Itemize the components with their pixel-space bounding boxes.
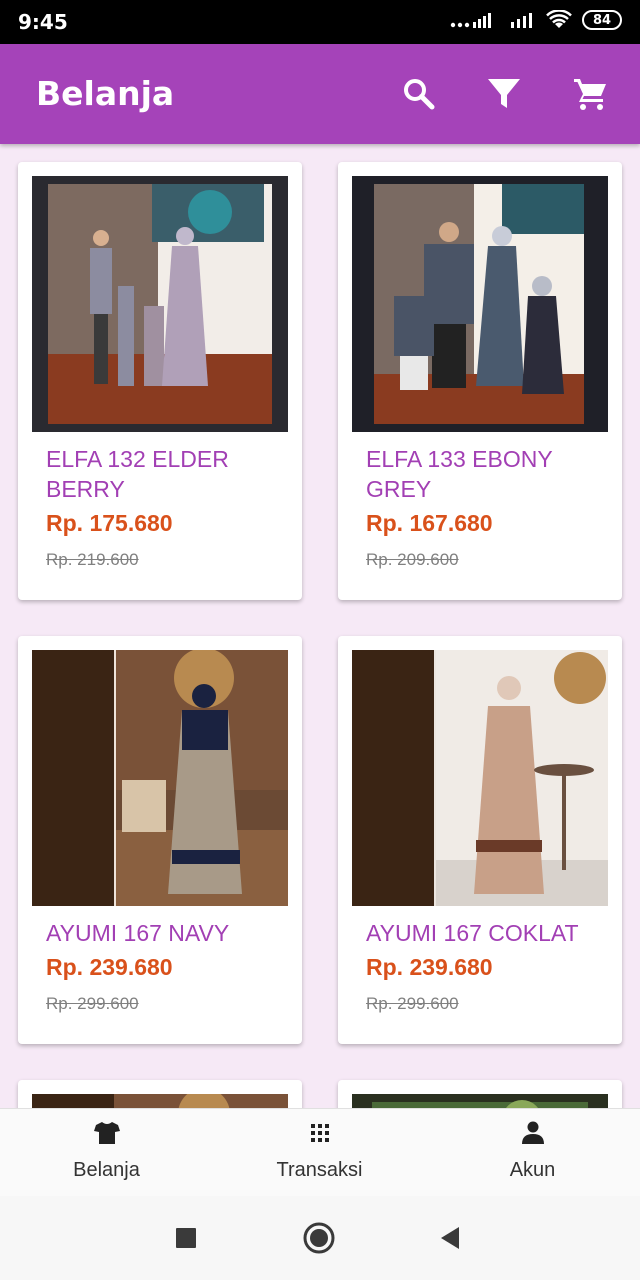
back-button[interactable]: [434, 1222, 466, 1254]
nav-item-akun[interactable]: Akun: [426, 1109, 639, 1197]
cart-icon: [574, 79, 606, 110]
square-icon: [176, 1228, 196, 1248]
product-old-price: Rp. 299.600: [366, 994, 459, 1013]
product-card[interactable]: AYUMI 167 COKLAT Rp. 239.680 Rp. 299.600: [338, 636, 622, 1044]
product-price: Rp. 167.680: [366, 510, 493, 536]
triangle-back-icon: [441, 1227, 459, 1249]
nav-label: Transaksi: [276, 1159, 363, 1181]
search-button[interactable]: [399, 74, 439, 114]
nav-label: Akun: [509, 1159, 556, 1181]
product-name: ELFA 132 ELDER BERRY: [46, 446, 229, 502]
grid-icon: [306, 1119, 334, 1147]
product-image: [352, 1094, 608, 1108]
product-card[interactable]: [338, 1080, 622, 1108]
wifi-icon: [546, 10, 572, 28]
status-icons: 84: [450, 10, 622, 30]
product-name: AYUMI 167 COKLAT: [366, 920, 579, 946]
home-button[interactable]: [303, 1222, 335, 1254]
product-image: [352, 650, 608, 906]
product-old-price: Rp. 219.600: [46, 550, 139, 569]
nav-label: Belanja: [73, 1159, 140, 1181]
circle-icon: [303, 1222, 335, 1254]
cart-button[interactable]: [570, 74, 610, 114]
nav-item-transaksi[interactable]: Transaksi: [213, 1109, 426, 1197]
search-icon: [404, 79, 435, 110]
product-card[interactable]: ELFA 132 ELDER BERRY Rp. 175.680 Rp. 219…: [18, 162, 302, 600]
system-nav-bar: [0, 1196, 640, 1280]
status-bar: 9:45 84: [0, 0, 640, 44]
battery-icon: 84: [582, 10, 622, 30]
product-old-price: Rp. 299.600: [46, 994, 139, 1013]
tshirt-icon: [93, 1119, 121, 1147]
nav-item-belanja[interactable]: Belanja: [0, 1109, 213, 1197]
filter-icon: [488, 79, 520, 108]
product-image: [352, 176, 608, 432]
signal-icon: [450, 13, 491, 28]
product-image: [32, 1094, 288, 1108]
recents-button[interactable]: [170, 1222, 202, 1254]
product-name: AYUMI 167 NAVY: [46, 920, 230, 946]
app-bar: Belanja: [0, 44, 640, 144]
product-price: Rp. 239.680: [366, 954, 493, 980]
product-image: [32, 176, 288, 432]
bottom-nav: Belanja Transaksi Akun: [0, 1108, 640, 1196]
product-old-price: Rp. 209.600: [366, 550, 459, 569]
page-title: Belanja: [36, 74, 175, 113]
product-image: [32, 650, 288, 906]
product-price: Rp. 239.680: [46, 954, 173, 980]
product-price: Rp. 175.680: [46, 510, 173, 536]
person-icon: [519, 1119, 547, 1147]
product-card[interactable]: [18, 1080, 302, 1108]
product-card[interactable]: ELFA 133 EBONY GREY Rp. 167.680 Rp. 209.…: [338, 162, 622, 600]
filter-button[interactable]: [484, 74, 524, 114]
signal-icon-2: [511, 13, 532, 28]
product-name: ELFA 133 EBONY GREY: [366, 446, 553, 502]
product-card[interactable]: AYUMI 167 NAVY Rp. 239.680 Rp. 299.600: [18, 636, 302, 1044]
status-time: 9:45: [18, 10, 68, 34]
product-grid: ELFA 132 ELDER BERRY Rp. 175.680 Rp. 219…: [0, 144, 640, 1108]
